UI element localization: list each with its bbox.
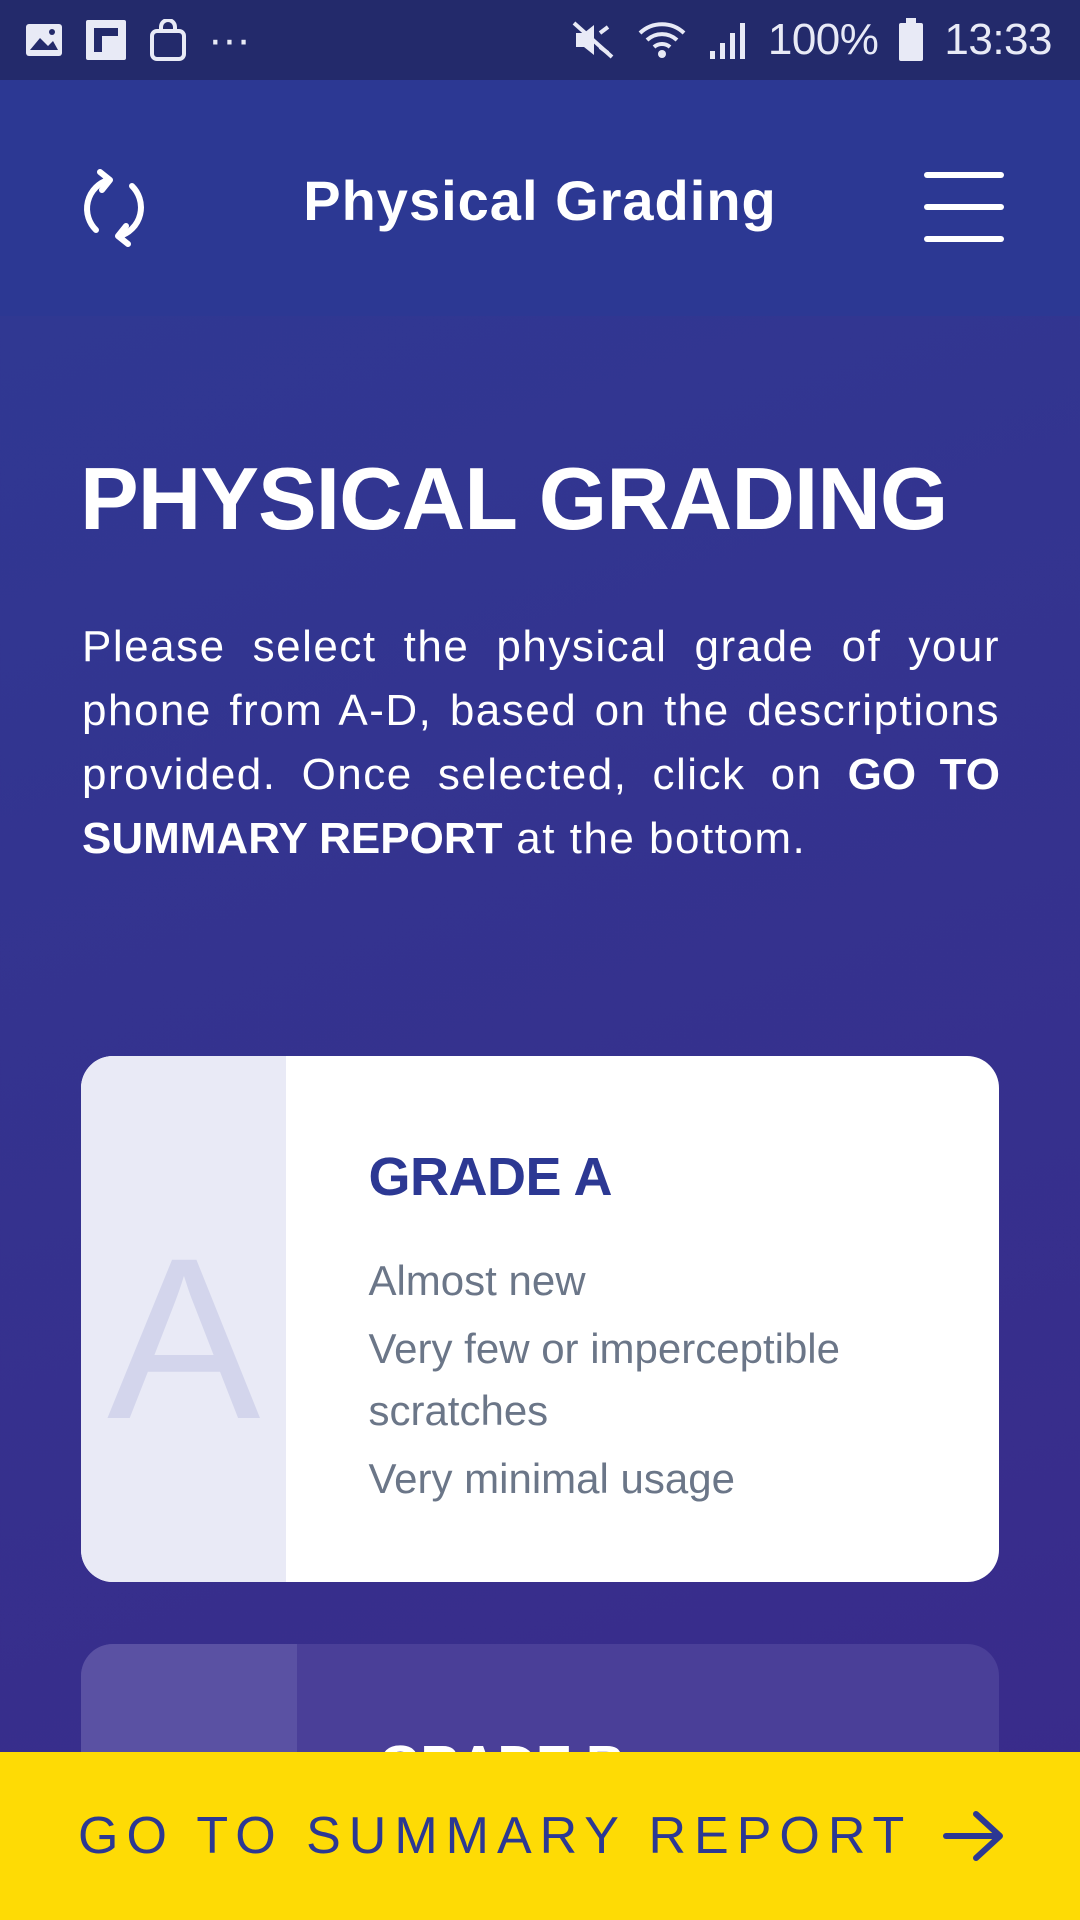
grade-card-a[interactable]: A GRADE A Almost new Very few or imperce… <box>81 1056 999 1582</box>
grade-description: Very few or imperceptible scratches <box>368 1325 840 1434</box>
summary-report-button[interactable]: GO TO SUMMARY REPORT <box>0 1752 1080 1920</box>
section-heading: PHYSICAL GRADING <box>80 449 948 548</box>
grade-description: Very minimal usage <box>368 1455 735 1502</box>
arrow-right-icon <box>943 1811 1003 1861</box>
page-title: Physical Grading <box>303 169 777 232</box>
grade-letter-column: A <box>81 1056 287 1582</box>
clock: 13:33 <box>944 15 1052 64</box>
battery-icon <box>899 18 924 61</box>
mute-icon <box>572 21 614 59</box>
shopping-bag-icon <box>150 19 186 61</box>
menu-button[interactable] <box>924 172 1008 242</box>
signal-icon <box>709 23 745 59</box>
hamburger-menu-icon <box>924 172 1008 242</box>
status-bar: ··· 100% 13:33 <box>0 0 1080 80</box>
battery-percent: 100% <box>767 15 879 64</box>
intro-text: Please select the physical grade of your… <box>82 615 1000 871</box>
gallery-icon <box>26 24 62 56</box>
summary-report-label: GO TO SUMMARY REPORT <box>78 1807 913 1865</box>
flipboard-icon <box>86 20 126 60</box>
intro-text-end: at the bottom. <box>516 814 807 863</box>
grade-title: GRADE A <box>368 1147 612 1207</box>
grade-card-body: GRADE A Almost new Very few or impercept… <box>286 1056 999 1582</box>
status-bar-left: ··· <box>24 15 251 65</box>
grade-description: Almost new <box>368 1257 586 1304</box>
grade-letter: A <box>107 1210 261 1467</box>
more-dots-icon: ··· <box>208 15 251 64</box>
status-bar-right: 100% 13:33 <box>570 15 1052 65</box>
wifi-icon <box>638 22 686 58</box>
app-header: Physical Grading <box>0 80 1080 316</box>
